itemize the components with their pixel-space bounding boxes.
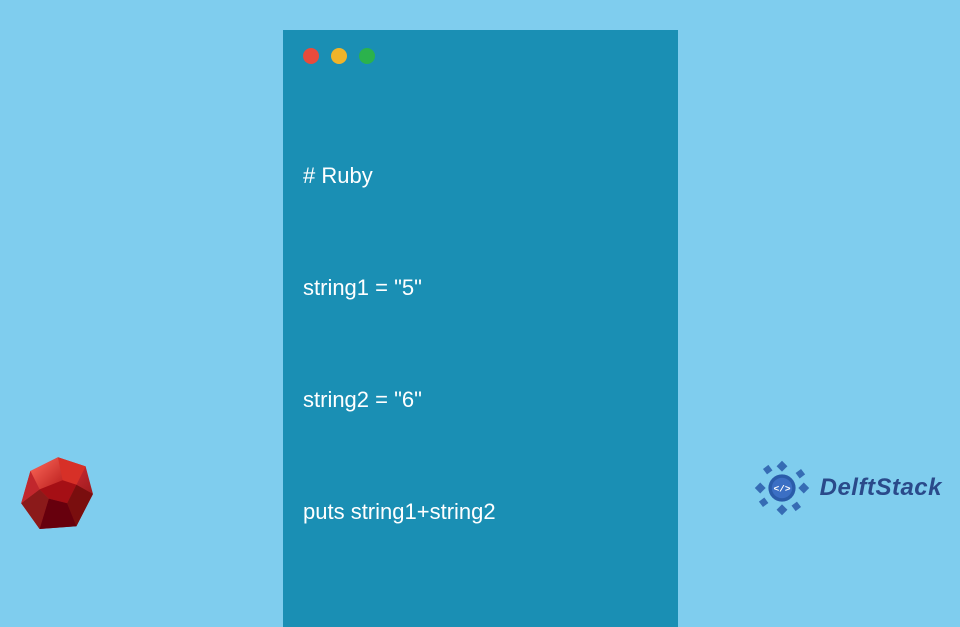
code-line: puts string1+string2 xyxy=(303,493,658,530)
code-line: # Ruby xyxy=(303,157,658,194)
svg-text:</>: </> xyxy=(773,483,790,494)
ruby-logo-icon xyxy=(12,448,104,540)
minimize-dot-icon xyxy=(331,48,347,64)
window-traffic-lights xyxy=(303,48,658,64)
code-block: # Ruby string1 = "5" string2 = "6" puts … xyxy=(303,82,658,605)
code-line: string1 = "5" xyxy=(303,269,658,306)
code-window: # Ruby string1 = "5" string2 = "6" puts … xyxy=(283,30,678,627)
delftstack-logo: </> DelftStack xyxy=(748,454,942,522)
code-line: string2 = "6" xyxy=(303,381,658,418)
maximize-dot-icon xyxy=(359,48,375,64)
delftstack-badge-icon: </> xyxy=(748,454,816,522)
close-dot-icon xyxy=(303,48,319,64)
delftstack-label: DelftStack xyxy=(820,474,942,502)
